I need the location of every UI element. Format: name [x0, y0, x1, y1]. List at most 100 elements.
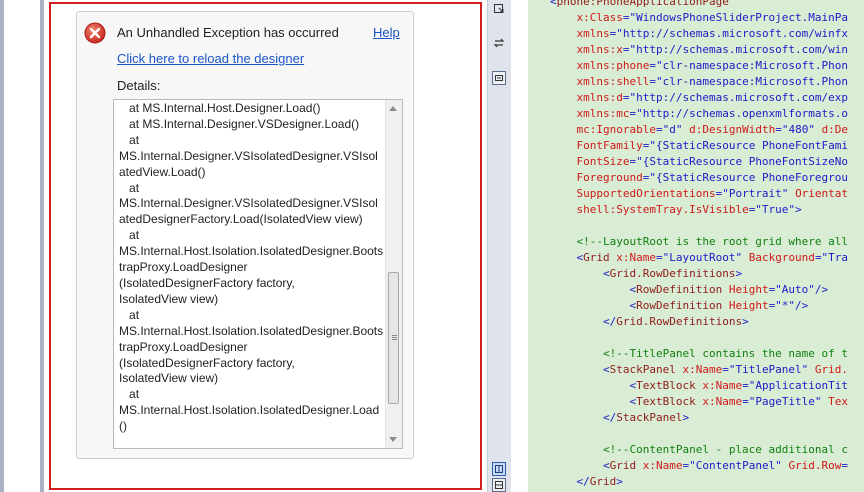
code-line[interactable]: xmlns="http://schemas.microsoft.com/winf… [550, 26, 849, 42]
scroll-grip-line [392, 339, 397, 340]
code-token: ="{StaticResource PhoneFontFami [642, 139, 849, 152]
code-line[interactable]: <RowDefinition Height="*"/> [550, 298, 808, 314]
code-line[interactable]: xmlns:phone="clr-namespace:Microsoft.Pho… [550, 58, 849, 74]
left-panel-surface [4, 0, 40, 492]
code-token: StackPanel [616, 411, 683, 424]
code-token: xmlns:mc [576, 107, 630, 120]
split-vertical-icon[interactable] [492, 462, 506, 476]
code-token: ="http://schemas.microsoft.com/winfx [609, 27, 849, 40]
code-line[interactable]: mc:Ignorable="d" d:DesignWidth="480" d:D… [550, 122, 849, 138]
code-line[interactable]: <TextBlock x:Name="ApplicationTit [550, 378, 848, 394]
error-icon [84, 22, 106, 44]
code-line[interactable]: <Grid x:Name="ContentPanel" Grid.Row= [550, 458, 848, 474]
code-line[interactable]: </Grid.RowDefinitions> [550, 314, 749, 330]
details-scrollbar[interactable] [385, 100, 402, 448]
code-token: x:Name [675, 363, 723, 376]
code-line[interactable]: <!--TitlePanel contains the name of t [550, 346, 848, 362]
code-token: x:Name [695, 379, 743, 392]
code-token: </ [576, 475, 590, 488]
code-token: ="WindowsPhoneSliderProject.MainPa [622, 11, 849, 24]
code-line[interactable]: shell:SystemTray.IsVisible="True"> [550, 202, 802, 218]
code-token: ="{StaticResource PhoneForegrou [642, 171, 849, 184]
code-line[interactable]: </Grid> [550, 474, 623, 490]
code-line[interactable]: <Grid.RowDefinitions> [550, 266, 742, 282]
help-link[interactable]: Help [373, 25, 400, 40]
code-token: mc:Ignorable [576, 123, 656, 136]
scroll-down-icon[interactable] [389, 437, 397, 442]
code-line[interactable]: <RowDefinition Height="Auto"/> [550, 282, 828, 298]
details-label: Details: [117, 78, 161, 93]
code-token: <!--TitlePanel contains the name of t [602, 347, 849, 360]
code-token: Grid.RowDefinitions [616, 315, 743, 328]
code-line[interactable]: <!--LayoutRoot is the root grid where al… [550, 234, 849, 250]
code-token: ="http://schemas.microsoft.com/win [622, 43, 849, 56]
code-token: Tex [828, 395, 849, 408]
code-token: ="*"/> [768, 299, 809, 312]
swap-panes-icon[interactable] [492, 36, 506, 50]
code-token: x:Name [695, 395, 743, 408]
code-token: < [550, 0, 557, 8]
code-token: ="Auto"/> [768, 283, 829, 296]
code-token: ="Portrait" [715, 187, 796, 200]
editor-gutter [511, 0, 528, 492]
code-token: x:Name [636, 459, 683, 472]
code-token: phone:PhoneApplicationPage [556, 0, 729, 8]
code-token: x:Name [609, 251, 656, 264]
code-line[interactable]: <!--ContentPanel - place additional c [550, 442, 848, 458]
code-line[interactable]: <TextBlock x:Name="PageTitle" Tex [550, 394, 848, 410]
code-line[interactable]: <StackPanel x:Name="TitlePanel" Grid. [550, 362, 848, 378]
split-horizontal-icon[interactable] [492, 478, 506, 492]
left-panel-strip [0, 0, 44, 492]
code-token: < [602, 459, 610, 472]
code-token: Grid [609, 459, 637, 472]
code-line[interactable]: xmlns:x="http://schemas.microsoft.com/wi… [550, 42, 849, 58]
code-token: ="http://schemas.openxmlformats.o [629, 107, 849, 120]
code-line[interactable]: Foreground="{StaticResource PhoneForegro… [550, 170, 849, 186]
code-line[interactable]: <Grid x:Name="LayoutRoot" Background="Tr… [550, 250, 849, 266]
code-token: Grid. [814, 363, 849, 376]
code-token: xmlns:phone [576, 59, 650, 72]
scroll-grip-line [392, 335, 397, 336]
scroll-up-icon[interactable] [389, 106, 397, 111]
reload-designer-link[interactable]: Click here to reload the designer [117, 51, 304, 66]
code-token: </ [602, 315, 617, 328]
code-token: Grid.Row [788, 459, 842, 472]
code-token: = [841, 459, 849, 472]
code-line[interactable]: xmlns:d="http://schemas.microsoft.com/ex… [550, 90, 849, 106]
code-token: RowDefinition [636, 283, 723, 296]
code-line[interactable]: </StackPanel> [550, 410, 689, 426]
code-token: ="Tra [814, 251, 849, 264]
code-line[interactable]: xmlns:mc="http://schemas.openxmlformats.… [550, 106, 849, 122]
code-token: ="480" [775, 123, 822, 136]
code-token: FontSize [576, 155, 630, 168]
code-token: ="ContentPanel" [682, 459, 789, 472]
code-line[interactable]: <phone:PhoneApplicationPage [550, 0, 729, 10]
code-token: ="True"> [748, 203, 802, 216]
exception-title: An Unhandled Exception has occurred [117, 25, 339, 40]
code-line[interactable]: FontFamily="{StaticResource PhoneFontFam… [550, 138, 849, 154]
code-token: ="{StaticResource PhoneFontSizeNo [629, 155, 849, 168]
code-token: ="clr-namespace:Microsoft.Phon [649, 75, 849, 88]
code-token: ="clr-namespace:Microsoft.Phon [649, 59, 849, 72]
code-line[interactable]: SupportedOrientations="Portrait" Orienta… [550, 186, 849, 202]
code-token: Background [748, 251, 815, 264]
xaml-code-editor[interactable]: <phone:PhoneApplicationPage x:Class="Win… [528, 0, 864, 492]
code-token: d:DesignWidth [689, 123, 776, 136]
code-line[interactable]: xmlns:shell="clr-namespace:Microsoft.Pho… [550, 74, 849, 90]
code-token: x:Class [576, 11, 623, 24]
code-token: StackPanel [609, 363, 676, 376]
code-token: FontFamily [576, 139, 643, 152]
code-token: SupportedOrientations [576, 187, 716, 200]
code-token: ="ApplicationTit [742, 379, 849, 392]
pane-down-icon[interactable] [492, 2, 506, 16]
code-token: ="PageTitle" [742, 395, 829, 408]
scroll-grip-line [392, 337, 397, 338]
code-token: RowDefinition [636, 299, 723, 312]
code-token: > [616, 475, 623, 488]
code-token: ="TitlePanel" [722, 363, 815, 376]
code-line[interactable]: x:Class="WindowsPhoneSliderProject.MainP… [550, 10, 849, 26]
scroll-thumb[interactable] [388, 272, 399, 404]
collapse-pane-icon[interactable] [492, 71, 506, 85]
details-textbox[interactable]: at MS.Internal.Host.Designer.Load() at M… [113, 99, 403, 449]
code-line[interactable]: FontSize="{StaticResource PhoneFontSizeN… [550, 154, 849, 170]
